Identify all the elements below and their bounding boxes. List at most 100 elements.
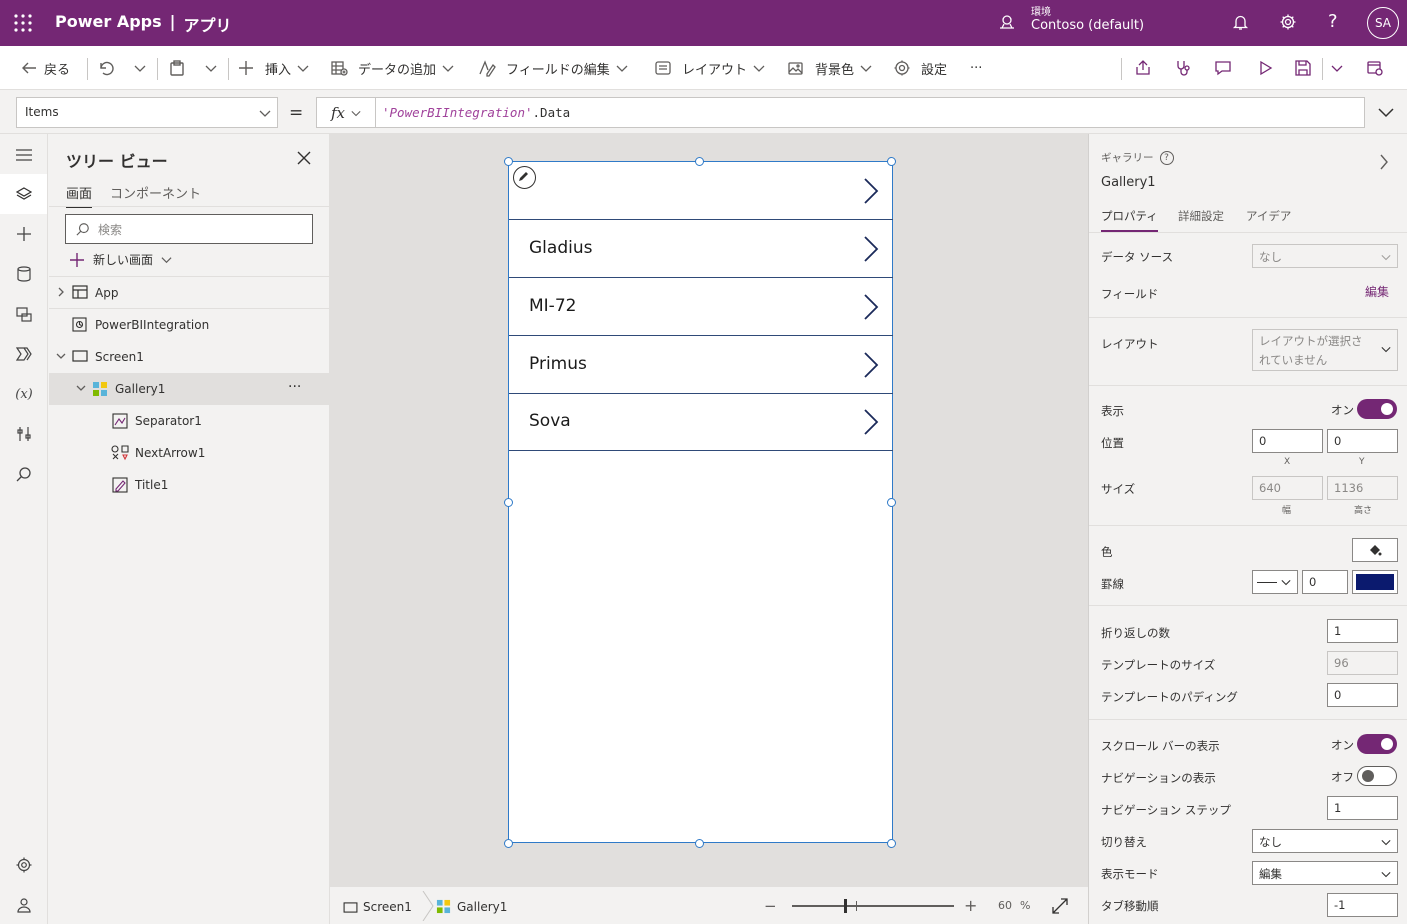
scrollbar-toggle[interactable] (1357, 734, 1397, 754)
tab-index-input[interactable]: -1 (1327, 893, 1398, 917)
resize-handle[interactable] (887, 157, 896, 166)
display-mode-dropdown[interactable]: 編集 (1252, 861, 1398, 885)
gallery-item[interactable]: Gladius (509, 220, 893, 278)
tree-item-gallery1[interactable]: Gallery1 ··· (49, 373, 329, 405)
tree-item-powerbiintegration[interactable]: PowerBIIntegration (49, 309, 329, 341)
virtual-agent-icon[interactable] (13, 894, 35, 916)
template-size-input[interactable]: 96 (1327, 651, 1398, 675)
undo-dropdown[interactable] (134, 46, 146, 90)
edit-template-icon[interactable] (513, 166, 536, 189)
resize-handle[interactable] (695, 157, 704, 166)
app-launcher-icon[interactable] (14, 14, 32, 32)
design-canvas[interactable]: Gladius MI-72 Primus Sova (330, 134, 1088, 886)
tree-search-input[interactable]: 検索 (65, 214, 313, 244)
publish-button[interactable] (1366, 46, 1384, 90)
tab-ideas[interactable]: アイデア (1246, 208, 1291, 224)
chevron-right-icon[interactable] (863, 294, 879, 320)
save-button[interactable] (1294, 46, 1312, 90)
gallery-item[interactable]: Sova (509, 393, 893, 451)
expand-formula-button[interactable] (1378, 105, 1394, 119)
zoom-slider-thumb[interactable] (843, 899, 847, 913)
hamburger-menu-icon[interactable] (13, 144, 35, 166)
chevron-right-icon[interactable] (863, 352, 879, 378)
tree-item-separator1[interactable]: Separator1 (49, 405, 329, 437)
property-dropdown[interactable]: Items (16, 97, 278, 128)
power-automate-icon[interactable] (13, 343, 35, 365)
search-icon[interactable] (13, 463, 35, 485)
resize-handle[interactable] (695, 839, 704, 848)
gallery-item[interactable] (509, 162, 893, 220)
resize-handle[interactable] (504, 498, 513, 507)
undo-button[interactable] (97, 46, 115, 90)
notifications-icon[interactable] (1232, 14, 1249, 31)
resize-handle[interactable] (504, 157, 513, 166)
media-icon[interactable] (13, 303, 35, 325)
app-checker-button[interactable] (1174, 46, 1192, 90)
tab-screens[interactable]: 画面 (66, 183, 93, 208)
tab-advanced[interactable]: 詳細設定 (1178, 208, 1224, 224)
border-color-picker[interactable] (1352, 570, 1398, 594)
transition-dropdown[interactable]: なし (1252, 829, 1398, 853)
preview-button[interactable] (1256, 46, 1274, 90)
edit-fields-button[interactable]: フィールドの編集 (478, 46, 628, 90)
paste-button[interactable] (168, 46, 186, 90)
wrap-count-input[interactable]: 1 (1327, 619, 1398, 643)
tree-item-nextarrow1[interactable]: NextArrow1 (49, 437, 329, 469)
insert-plus-icon[interactable] (13, 223, 35, 245)
close-icon[interactable] (297, 151, 311, 165)
more-commands-button[interactable]: ··· (970, 46, 982, 90)
zoom-out-button[interactable]: − (764, 897, 777, 915)
chevron-right-icon[interactable] (1379, 154, 1389, 170)
data-source-dropdown[interactable]: なし (1252, 244, 1398, 268)
new-screen-button[interactable]: 新しい画面 (69, 251, 172, 268)
width-input[interactable]: 640 (1252, 476, 1323, 500)
more-options-icon[interactable]: ··· (288, 379, 301, 395)
help-icon[interactable]: ? (1328, 11, 1338, 32)
avatar[interactable]: SA (1367, 7, 1399, 39)
advanced-tools-icon[interactable] (13, 423, 35, 445)
paste-dropdown[interactable] (205, 46, 217, 90)
settings-gear-icon[interactable] (1279, 13, 1297, 31)
y-input[interactable]: 0 (1327, 429, 1398, 453)
zoom-in-button[interactable]: + (964, 896, 977, 915)
gallery-item[interactable]: MI-72 (509, 278, 893, 336)
x-input[interactable]: 0 (1252, 429, 1323, 453)
resize-handle[interactable] (504, 839, 513, 848)
tree-item-title1[interactable]: Title1 (49, 469, 329, 501)
tree-item-screen1[interactable]: Screen1 (49, 341, 329, 373)
fx-button[interactable]: fx (316, 97, 376, 128)
help-circle-icon[interactable]: ? (1159, 150, 1174, 165)
gallery-item[interactable]: Primus (509, 336, 893, 394)
fields-edit-link[interactable]: 編集 (1365, 283, 1389, 300)
chevron-right-icon[interactable] (863, 236, 879, 262)
environment-picker[interactable]: 環境 Contoso (default) (1031, 3, 1144, 33)
breadcrumb-screen1[interactable]: Screen1 (343, 900, 412, 914)
fit-to-window-icon[interactable] (1052, 898, 1068, 914)
navigation-toggle[interactable] (1357, 766, 1397, 786)
border-style-dropdown[interactable] (1252, 570, 1298, 594)
save-dropdown[interactable] (1331, 46, 1343, 90)
tab-properties[interactable]: プロパティ (1101, 208, 1158, 232)
height-input[interactable]: 1136 (1327, 476, 1398, 500)
layout-dropdown[interactable]: レイアウトが選択されていません (1252, 329, 1398, 371)
tab-components[interactable]: コンポーネント (110, 183, 201, 202)
formula-input[interactable]: 'PowerBIIntegration'.Data (375, 97, 1365, 128)
resize-handle[interactable] (887, 498, 896, 507)
nav-step-input[interactable]: 1 (1327, 796, 1398, 820)
tree-view-layers-icon[interactable] (13, 183, 35, 205)
gallery-control[interactable]: Gladius MI-72 Primus Sova (508, 161, 893, 843)
settings-button[interactable]: 設定 (893, 46, 947, 90)
variables-icon[interactable]: (x) (13, 383, 35, 405)
add-data-button[interactable]: データの追加 (330, 46, 454, 90)
layout-button[interactable]: レイアウト (654, 46, 765, 90)
breadcrumb-gallery1[interactable]: Gallery1 (436, 899, 507, 914)
zoom-slider[interactable] (792, 899, 954, 913)
chevron-right-icon[interactable] (863, 409, 879, 435)
tree-item-app[interactable]: App (49, 277, 329, 309)
share-button[interactable] (1134, 46, 1152, 90)
comments-button[interactable] (1214, 46, 1232, 90)
fill-color-picker[interactable] (1352, 538, 1398, 562)
template-padding-input[interactable]: 0 (1327, 683, 1398, 707)
back-button[interactable]: 戻る (20, 46, 70, 90)
resize-handle[interactable] (887, 839, 896, 848)
